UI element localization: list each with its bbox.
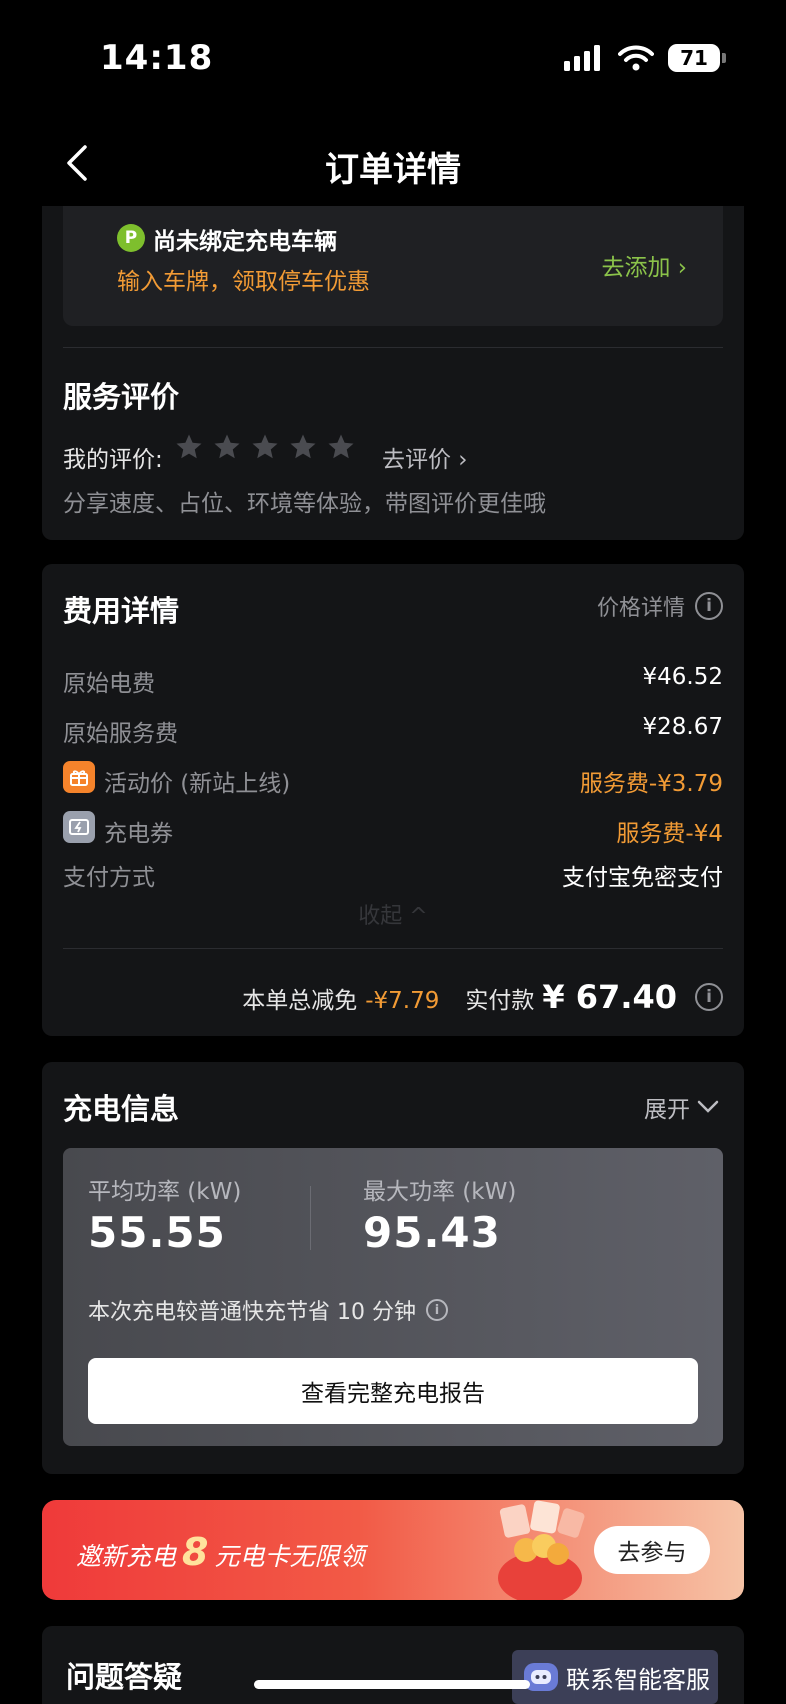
saving-text: 本次充电较普通快充节省 10 分钟 — [88, 1300, 416, 1325]
paid-label: 实付款 — [465, 988, 535, 1014]
status-time: 14:18 — [100, 38, 214, 78]
fee-row-label: 原始电费 — [63, 671, 155, 697]
collapse-toggle[interactable]: 收起 ^ — [42, 898, 744, 930]
metric-divider — [310, 1186, 311, 1250]
charging-card: 充电信息 展开 平均功率 (kW) 55.55 最大功率 (kW) 95.43 … — [42, 1062, 744, 1474]
star-icon[interactable] — [288, 432, 318, 462]
star-icon[interactable] — [250, 432, 280, 462]
info-icon: i — [695, 592, 723, 620]
expand-label: 展开 — [644, 1097, 690, 1123]
review-title: 服务评价 — [63, 380, 180, 414]
join-button[interactable]: 去参与 — [594, 1526, 710, 1574]
fee-row-label: 充电券 — [104, 821, 173, 847]
max-power-value: 95.43 — [363, 1208, 501, 1257]
discount-value: -¥7.79 — [365, 988, 440, 1014]
expand-toggle[interactable]: 展开 — [644, 1090, 720, 1124]
chevron-down-icon — [697, 1100, 719, 1113]
divider — [63, 347, 723, 348]
cellular-icon — [564, 45, 600, 71]
star-icon[interactable] — [212, 432, 242, 462]
rating-stars[interactable] — [174, 432, 356, 462]
vehicle-title: 尚未绑定充电车辆 — [153, 229, 337, 255]
vehicle-binding-box[interactable]: P 尚未绑定充电车辆 输入车牌，领取停车优惠 去添加 › — [63, 206, 723, 326]
customer-service-label: 联系智能客服 — [566, 1665, 710, 1694]
divider — [63, 948, 723, 949]
charging-metrics-box: 平均功率 (kW) 55.55 最大功率 (kW) 95.43 本次充电较普通快… — [63, 1148, 723, 1446]
paid-total: ¥ 67.40 — [542, 978, 677, 1016]
fee-row-label: 活动价 (新站上线) — [104, 771, 291, 797]
avg-power-label: 平均功率 (kW) — [88, 1179, 242, 1205]
fee-row-label: 支付方式 — [63, 865, 155, 891]
banner-suffix: 元电卡无限领 — [214, 1542, 365, 1571]
review-card: P 尚未绑定充电车辆 输入车牌，领取停车优惠 去添加 › 服务评价 我的评价: … — [42, 206, 744, 540]
star-icon[interactable] — [174, 432, 204, 462]
wifi-icon — [618, 45, 654, 71]
fee-row-value: ¥46.52 — [642, 664, 723, 690]
home-indicator[interactable] — [254, 1680, 530, 1689]
vehicle-subtitle: 输入车牌，领取停车优惠 — [117, 269, 370, 295]
payment-summary: 本单总减免 -¥7.79 实付款 ¥ 67.40 i — [242, 978, 723, 1016]
discount-label: 本单总减免 — [242, 988, 358, 1014]
fee-row-value: 支付宝免密支付 — [562, 865, 723, 891]
coupon-icon — [63, 811, 95, 843]
invite-banner[interactable]: 邀新充电 8 元电卡无限领 去参与 — [42, 1500, 744, 1600]
my-review-label: 我的评价: — [63, 447, 163, 473]
max-power-label: 最大功率 (kW) — [363, 1179, 517, 1205]
nav-bar: 订单详情 — [0, 120, 786, 206]
parking-icon: P — [117, 224, 145, 252]
battery-icon: 71 — [668, 44, 726, 72]
go-review-link[interactable]: 去评价 › — [382, 440, 468, 474]
add-vehicle-link[interactable]: 去添加 › — [601, 248, 687, 282]
fee-row-value: ¥28.67 — [642, 714, 723, 740]
gift-icon — [63, 761, 95, 793]
avg-power-value: 55.55 — [88, 1208, 226, 1257]
info-icon[interactable]: i — [425, 1299, 448, 1321]
time-saving-note: 本次充电较普通快充节省 10 分钟 i — [88, 1294, 448, 1326]
fee-row-label: 原始服务费 — [63, 721, 178, 747]
status-bar: 14:18 71 — [0, 0, 786, 120]
customer-service-button[interactable]: 联系智能客服 — [512, 1650, 718, 1704]
fee-row-value: 服务费-¥3.79 — [579, 771, 723, 797]
faq-title: 问题答疑 — [66, 1660, 183, 1694]
review-hint: 分享速度、占位、环境等体验，带图评价更佳哦 — [63, 491, 546, 517]
price-detail-label: 价格详情 — [596, 596, 685, 621]
banner-text: 邀新充电 8 元电卡无限领 — [76, 1530, 364, 1574]
fee-row-value: 服务费-¥4 — [616, 821, 723, 847]
info-icon[interactable]: i — [695, 983, 723, 1011]
fee-title: 费用详情 — [63, 594, 180, 628]
status-icons: 71 — [564, 44, 726, 72]
banner-amount: 8 — [182, 1530, 209, 1574]
fee-card: 费用详情 价格详情 i 原始电费 ¥46.52 原始服务费 ¥28.67 活动价… — [42, 564, 744, 1036]
price-detail-link[interactable]: 价格详情 i — [597, 590, 723, 622]
charging-title: 充电信息 — [63, 1092, 180, 1126]
banner-prefix: 邀新充电 — [76, 1542, 177, 1571]
page-title: 订单详情 — [325, 150, 461, 190]
star-icon[interactable] — [326, 432, 356, 462]
full-report-button[interactable]: 查看完整充电报告 — [88, 1358, 698, 1424]
